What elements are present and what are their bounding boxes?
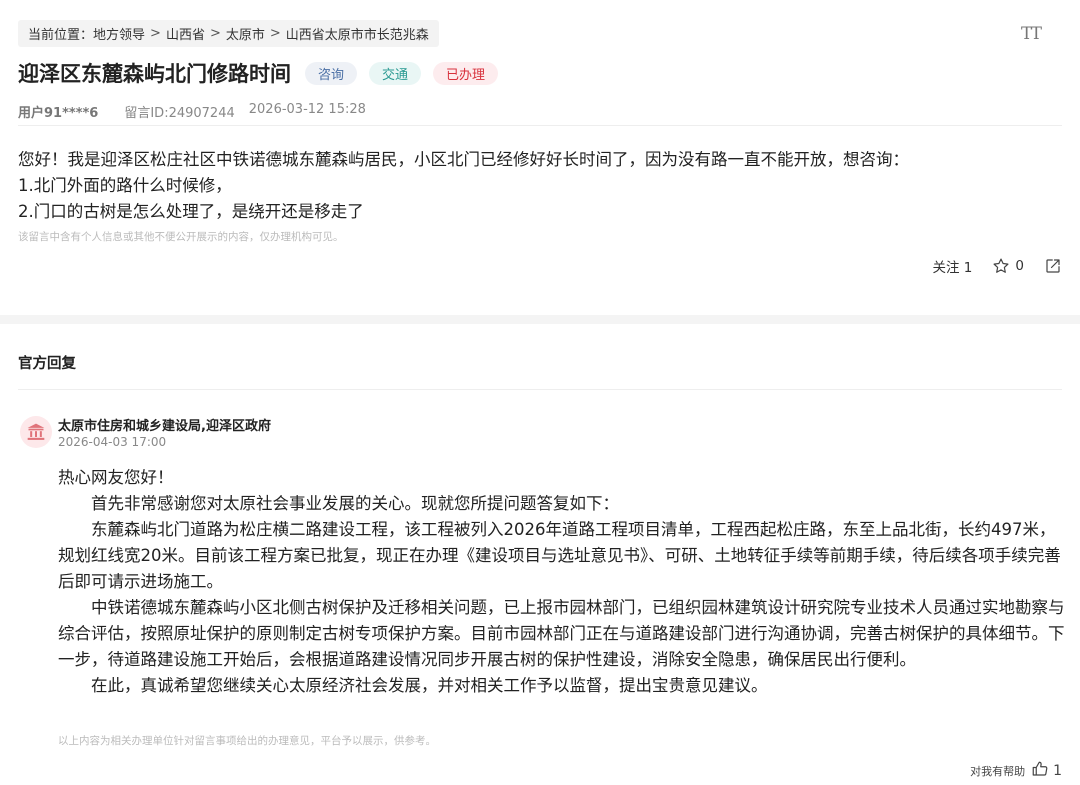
reply-datetime: 2026-04-03 17:00 [58, 435, 167, 449]
divider [18, 125, 1062, 126]
government-building-icon [20, 416, 52, 448]
department-name: 太原市住房和城乡建设局,迎泽区政府 [58, 419, 271, 434]
question-line: 您好！我是迎泽区松庄社区中铁诺德城东麓森屿居民，小区北门已经修好好长时间了，因为… [18, 150, 909, 169]
thumbs-up-icon[interactable] [1031, 760, 1049, 781]
title-row: 迎泽区东麓森屿北门修路时间 咨询 交通 已办理 [18, 58, 510, 88]
font-size-button[interactable]: TT [1021, 24, 1042, 44]
helpful-label: 对我有帮助 [970, 764, 1026, 778]
message-id: 留言ID:24907244 [124, 106, 235, 121]
status-badge: 已办理 [433, 61, 499, 85]
divider [18, 389, 1062, 390]
section-separator [0, 315, 1080, 324]
post-user: 用户91****6 [18, 106, 99, 121]
privacy-note: 该留言中含有个人信息或其他不便公开展示的内容，仅办理机构可见。 [18, 231, 344, 243]
helpful-count: 1 [1053, 762, 1062, 779]
breadcrumb-prefix: 当前位置： [28, 28, 94, 43]
helpful-button[interactable]: 对我有帮助 1 [970, 760, 1062, 781]
breadcrumb-item-local-leaders[interactable]: 地方领导 [93, 24, 145, 43]
reply-paragraph: 中铁诺德城东麓森屿小区北侧古树保护及迁移相关问题，已上报市园林部门，已组织园林建… [58, 598, 1065, 669]
breadcrumb-item-mayor[interactable]: 山西省太原市市长范兆森 [286, 24, 429, 43]
breadcrumb-separator: > [209, 26, 221, 41]
breadcrumb: 当前位置： 地方领导 > 山西省 > 太原市 > 山西省太原市市长范兆森 [18, 20, 439, 47]
reply-body: 热心网友您好！ 首先非常感谢您对太原社会事业发展的关心。现就您所提问题答复如下：… [58, 465, 1066, 699]
question-line: 2.门口的古树是怎么处理了，是绕开还是移走了 [18, 202, 364, 221]
page-title: 迎泽区东麓森屿北门修路时间 [18, 62, 291, 86]
breadcrumb-item-shanxi[interactable]: 山西省 [166, 24, 205, 43]
official-reply-header: 官方回复 [18, 356, 76, 372]
favorite-button[interactable]: 0 [992, 257, 1024, 275]
question-body: 您好！我是迎泽区松庄社区中铁诺德城东麓森屿居民，小区北门已经修好好长时间了，因为… [18, 147, 1063, 225]
post-datetime: 2026-03-12 15:28 [248, 102, 366, 117]
favorite-count: 0 [1015, 258, 1024, 274]
breadcrumb-separator: > [269, 26, 281, 41]
post-meta: 用户91****6 留言ID:24907244 2026-03-12 15:28 [18, 102, 366, 121]
reply-greeting: 热心网友您好！ [58, 468, 174, 487]
star-icon [992, 257, 1010, 275]
breadcrumb-item-taiyuan[interactable]: 太原市 [226, 24, 265, 43]
share-icon[interactable] [1044, 257, 1062, 275]
tag-consult: 咨询 [305, 61, 358, 85]
post-actions: 关注 1 0 [933, 256, 1062, 276]
follow-button[interactable]: 关注 1 [933, 256, 973, 276]
question-line: 1.北门外面的路什么时候修， [18, 176, 232, 195]
reply-paragraph: 在此，真诚希望您继续关心太原经济社会发展，并对相关工作予以监督，提出宝贵意见建议… [91, 676, 768, 695]
breadcrumb-separator: > [150, 26, 161, 41]
tag-traffic: 交通 [369, 61, 422, 85]
reply-disclaimer: 以上内容为相关办理单位针对留言事项给出的办理意见，平台予以展示，供参考。 [58, 735, 436, 747]
reply-paragraph: 首先非常感谢您对太原社会事业发展的关心。现就您所提问题答复如下： [91, 494, 619, 513]
reply-paragraph: 东麓森屿北门道路为松庄横二路建设工程，该工程被列入2026年道路工程项目清单，工… [58, 520, 1061, 591]
